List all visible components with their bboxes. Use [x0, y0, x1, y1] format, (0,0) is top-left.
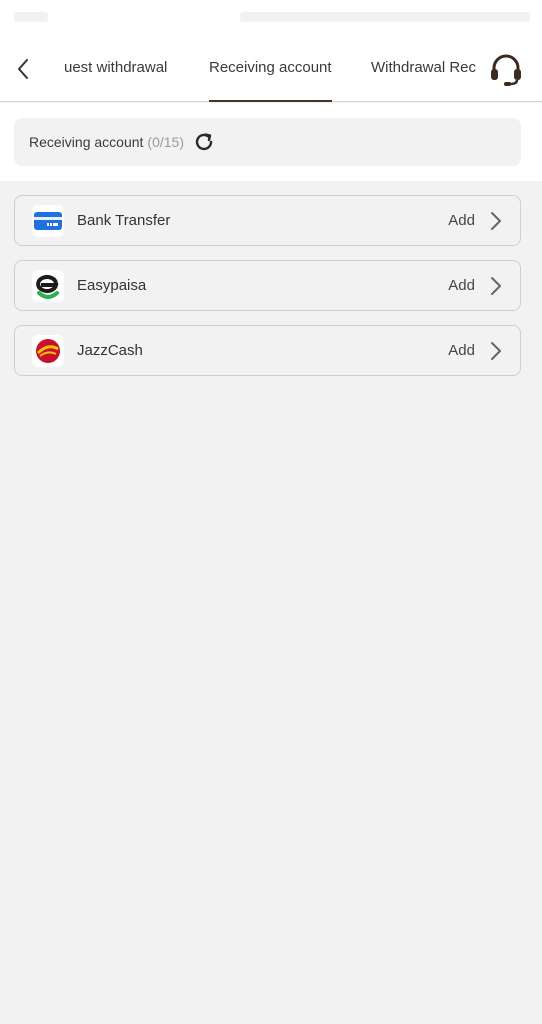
- chevron-left-icon: [18, 59, 28, 79]
- method-easypaisa[interactable]: Easypaisa Add: [14, 260, 521, 311]
- jazzcash-logo: [32, 335, 64, 367]
- method-name: Bank Transfer: [77, 212, 171, 229]
- bank-card-icon: [32, 205, 64, 237]
- summary-label: Receiving account: [29, 134, 144, 150]
- add-label: Add: [448, 342, 475, 359]
- add-label: Add: [448, 277, 475, 294]
- method-bank-transfer[interactable]: Bank Transfer Add: [14, 195, 521, 246]
- customer-support-button[interactable]: [488, 52, 524, 88]
- status-icons-placeholder: [240, 12, 530, 22]
- tab-request-withdrawal[interactable]: uest withdrawal: [64, 36, 167, 102]
- back-button[interactable]: [8, 54, 38, 84]
- top-navigation: uest withdrawal Receiving account Withdr…: [0, 36, 542, 102]
- headset-icon: [491, 54, 521, 86]
- add-label: Add: [448, 212, 475, 229]
- easypaisa-logo: [32, 270, 64, 302]
- refresh-button[interactable]: [192, 130, 216, 154]
- method-name: JazzCash: [77, 342, 143, 359]
- receiving-account-summary: Receiving account (0/15): [14, 118, 521, 166]
- chevron-right-icon: [488, 210, 504, 232]
- tab-receiving-account[interactable]: Receiving account: [209, 36, 332, 102]
- status-bar: [0, 0, 542, 36]
- tab-withdrawal-record[interactable]: Withdrawal Rec: [371, 36, 476, 102]
- chevron-right-icon: [488, 340, 504, 362]
- refresh-icon: [195, 133, 213, 151]
- payment-method-list: Bank Transfer Add Easypaisa Add JazzCash: [0, 181, 542, 1024]
- method-name: Easypaisa: [77, 277, 147, 294]
- method-jazzcash[interactable]: JazzCash Add: [14, 325, 521, 376]
- account-count: (0/15): [147, 134, 184, 150]
- status-time-placeholder: [14, 12, 48, 22]
- chevron-right-icon: [488, 275, 504, 297]
- tab-bar: uest withdrawal Receiving account Withdr…: [50, 36, 480, 102]
